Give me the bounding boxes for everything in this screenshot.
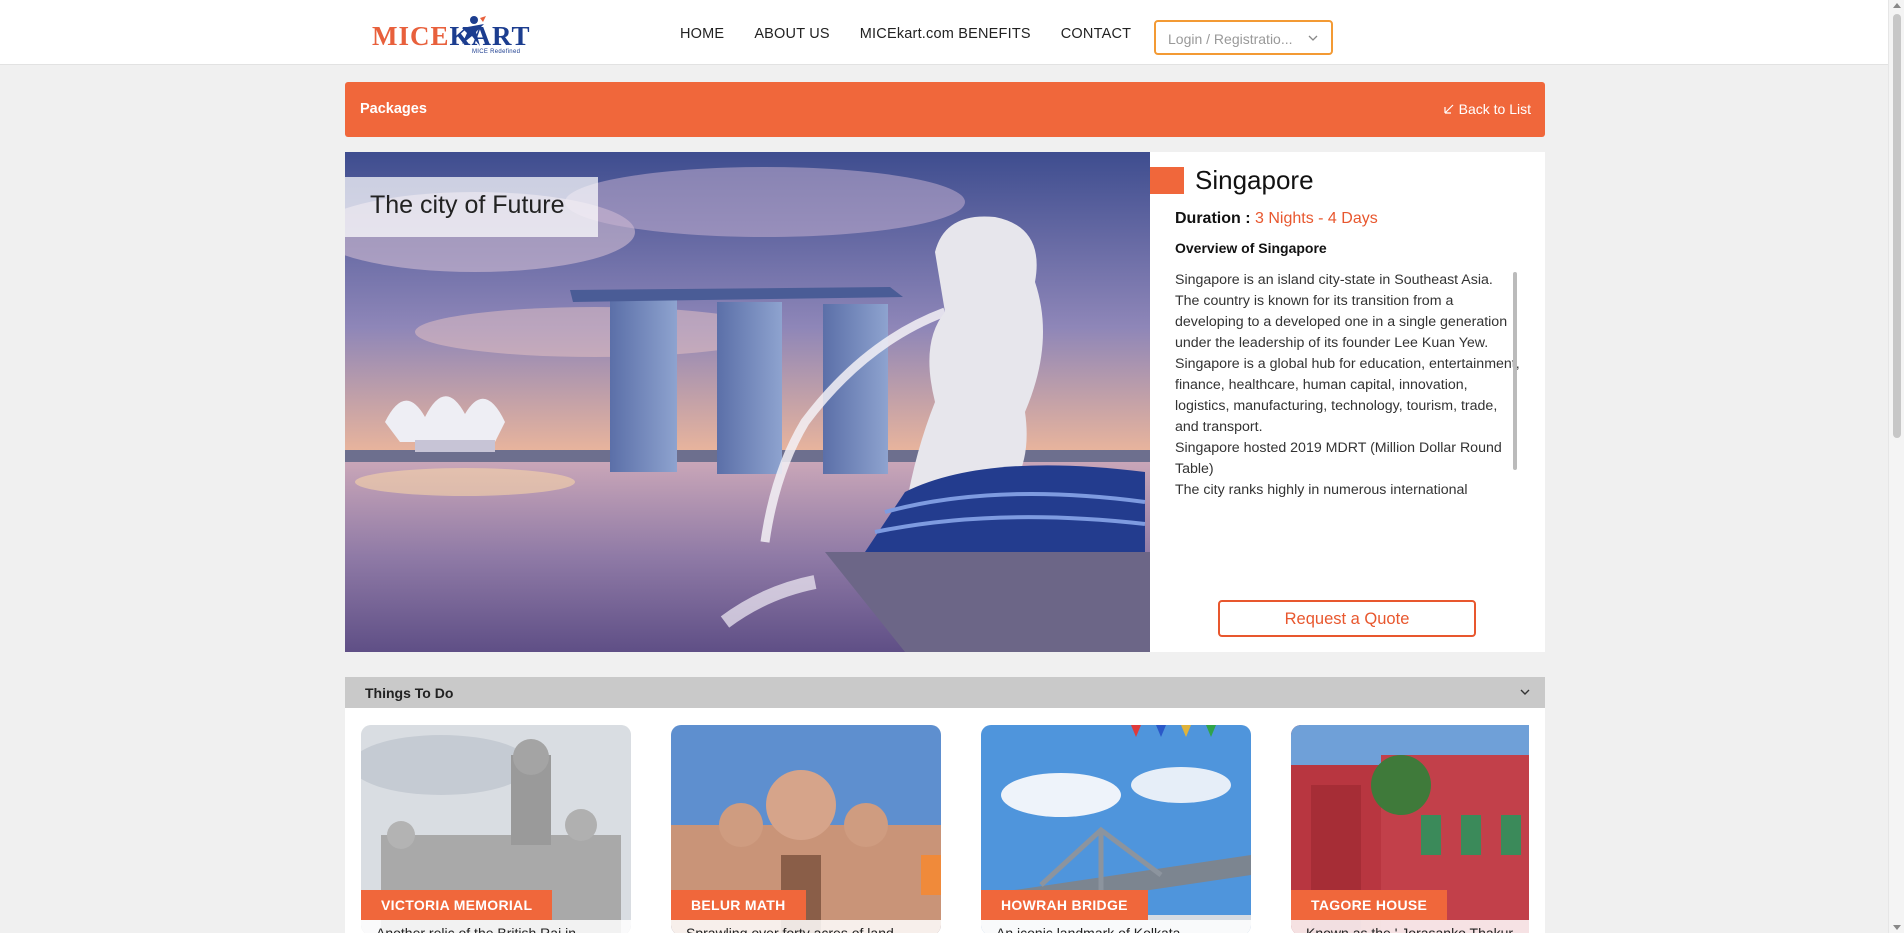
card-tagore-house[interactable]: TAGORE HOUSE Known as the ' Jorasanko Th… <box>1291 725 1529 933</box>
overview-scrollbar[interactable] <box>1513 272 1517 470</box>
packages-title: Packages <box>360 101 427 117</box>
card-title: TAGORE HOUSE <box>1291 890 1448 920</box>
page-scrollbar[interactable] <box>1888 0 1904 933</box>
back-to-list-link[interactable]: Back to List <box>1443 101 1531 117</box>
scroll-up-arrow-icon[interactable] <box>1893 3 1901 8</box>
package-info-panel: Singapore Duration : 3 Nights - 4 Days O… <box>1150 152 1545 652</box>
card-title: VICTORIA MEMORIAL <box>361 890 553 920</box>
card-victoria-memorial[interactable]: VICTORIA MEMORIAL Another relic of the B… <box>361 725 631 933</box>
logo-figure-icon <box>462 16 486 46</box>
nav-benefits[interactable]: MICEkart.com BENEFITS <box>860 26 1031 42</box>
chevron-down-icon <box>1308 35 1318 41</box>
things-to-do-body: VICTORIA MEMORIAL Another relic of the B… <box>345 708 1545 933</box>
back-to-list-label: Back to List <box>1458 101 1531 117</box>
card-description: Another relic of the British Raj in <box>376 925 576 933</box>
logo-tagline: MICE Redefined <box>472 49 521 55</box>
main-nav: HOME ABOUT US MICEkart.com BENEFITS CONT… <box>680 26 1131 42</box>
arrow-left-icon <box>1444 104 1454 114</box>
login-dropdown-label: Login / Registratio... <box>1168 31 1293 47</box>
overview-paragraph: Singapore hosted 2019 MDRT (Million Doll… <box>1175 440 1502 477</box>
card-description: An iconic landmark of Kolkata <box>996 925 1181 933</box>
card-description: Sprawling over forty acres of land <box>686 925 894 933</box>
nav-contact[interactable]: CONTACT <box>1061 26 1131 42</box>
things-to-do-header[interactable]: Things To Do <box>345 677 1545 708</box>
logo-text-left: MICE <box>372 21 450 51</box>
things-to-do-cards: VICTORIA MEMORIAL Another relic of the B… <box>361 725 1529 933</box>
duration-label: Duration : <box>1175 210 1251 227</box>
card-title: BELUR MATH <box>671 890 806 920</box>
packages-header-bar: Packages Back to List <box>345 82 1545 137</box>
overview-text[interactable]: Singapore is an island city-state in Sou… <box>1175 270 1520 540</box>
card-title: HOWRAH BRIDGE <box>981 890 1148 920</box>
things-to-do-title: Things To Do <box>365 685 454 701</box>
nav-home[interactable]: HOME <box>680 26 724 42</box>
nav-about-us[interactable]: ABOUT US <box>754 26 829 42</box>
overview-heading: Overview of Singapore <box>1175 240 1327 256</box>
request-quote-button[interactable]: Request a Quote <box>1218 600 1476 637</box>
city-title: Singapore <box>1195 165 1314 195</box>
scroll-down-arrow-icon[interactable] <box>1893 925 1901 930</box>
hero-tagline: The city of Future <box>345 177 598 237</box>
micekart-logo[interactable]: MICEKART MICE Redefined <box>372 14 544 55</box>
top-navbar: MICEKART MICE Redefined HOME ABOUT US MI… <box>0 0 1888 65</box>
overview-paragraph: Singapore is an island city-state in Sou… <box>1175 272 1493 288</box>
scroll-thumb[interactable] <box>1893 14 1901 438</box>
city-accent-marker <box>1150 167 1184 194</box>
duration-value: 3 Nights - 4 Days <box>1255 210 1378 227</box>
duration-row: Duration : 3 Nights - 4 Days <box>1175 210 1378 228</box>
overview-paragraph: The city ranks highly in numerous intern… <box>1175 482 1468 498</box>
overview-paragraph: The country is known for its transition … <box>1175 293 1508 351</box>
card-description: Known as the ' Jorasanko Thakur <box>1306 925 1514 933</box>
card-howrah-bridge[interactable]: HOWRAH BRIDGE An iconic landmark of Kolk… <box>981 725 1251 933</box>
login-registration-dropdown[interactable]: Login / Registratio... <box>1154 20 1333 55</box>
overview-paragraph: Singapore is a global hub for education,… <box>1175 356 1520 435</box>
card-belur-math[interactable]: BELUR MATH Sprawling over forty acres of… <box>671 725 941 933</box>
chevron-down-icon <box>1520 689 1530 695</box>
